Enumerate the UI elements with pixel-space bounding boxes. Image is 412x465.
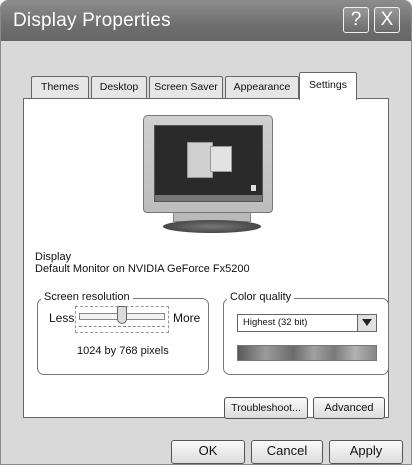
troubleshoot-button[interactable]: Troubleshoot... (224, 397, 308, 419)
display-heading: Display (35, 251, 72, 263)
monitor-stand (163, 220, 261, 233)
monitor-preview (143, 115, 273, 213)
preview-taskbar (155, 195, 262, 201)
tab-themes[interactable]: Themes (31, 76, 89, 98)
tab-appearance[interactable]: Appearance (225, 76, 299, 98)
title-bar[interactable]: Display Properties ? X (1, 1, 411, 41)
tab-settings[interactable]: Settings (299, 72, 357, 100)
tab-screen-saver[interactable]: Screen Saver (149, 76, 223, 98)
display-device: Default Monitor on NVIDIA GeForce Fx5200 (35, 263, 250, 275)
color-quality-value: Highest (32 bit) (243, 317, 308, 328)
advanced-button[interactable]: Advanced (313, 397, 385, 419)
preview-window (210, 146, 232, 172)
monitor-screen (154, 125, 263, 202)
window-title: Display Properties (13, 10, 171, 31)
tab-desktop[interactable]: Desktop (91, 76, 147, 98)
resolution-slider-thumb[interactable] (117, 306, 127, 324)
screen-resolution-legend: Screen resolution (41, 291, 133, 303)
color-quality-group (223, 298, 389, 375)
apply-button[interactable]: Apply (329, 440, 403, 464)
less-label: Less (49, 311, 75, 325)
more-label: More (173, 311, 201, 325)
slider-ticks (79, 326, 165, 333)
desktop-icon (251, 185, 256, 191)
color-quality-legend: Color quality (227, 291, 295, 303)
resolution-value: 1024 by 768 pixels (77, 345, 169, 357)
color-sample-bar (237, 345, 377, 361)
help-button[interactable]: ? (343, 7, 369, 33)
color-quality-dropdown[interactable]: Highest (32 bit) (237, 314, 377, 332)
ok-button[interactable]: OK (171, 440, 245, 464)
cancel-button[interactable]: Cancel (251, 440, 323, 464)
close-button[interactable]: X (374, 7, 400, 33)
chevron-down-icon[interactable] (357, 315, 376, 331)
display-properties-window: Display Properties ? X Themes Desktop Sc… (0, 0, 412, 465)
